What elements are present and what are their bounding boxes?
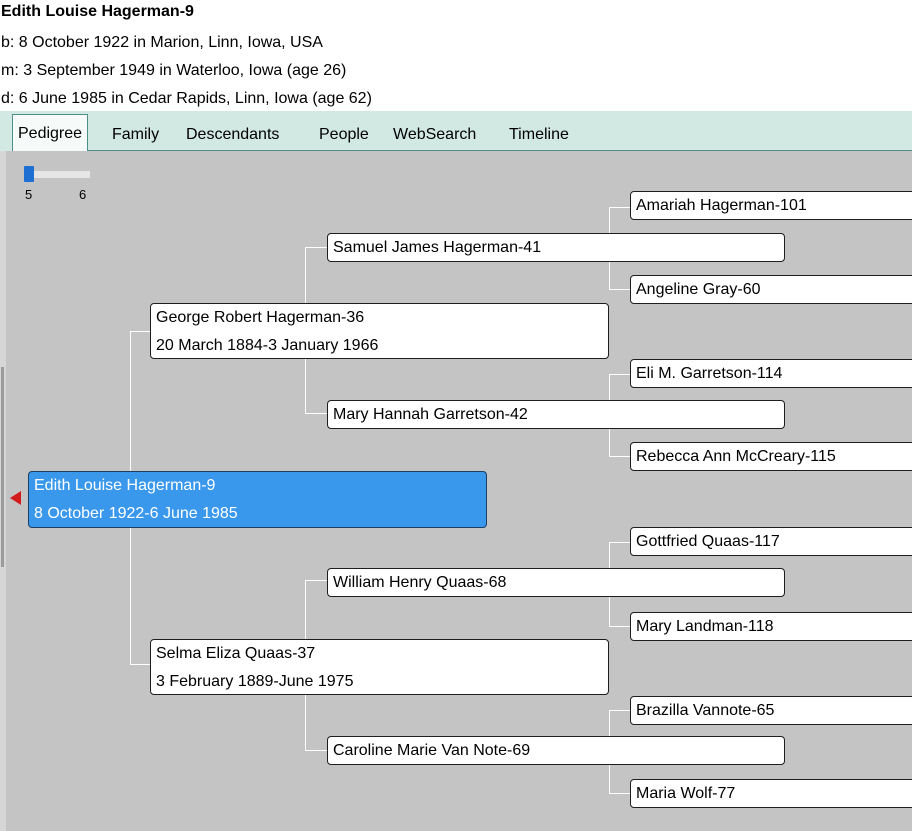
pedigree-great-grandparent-box[interactable]: Angeline Gray-60 xyxy=(630,275,912,304)
connector-gen3-b2 xyxy=(609,456,630,457)
pedigree-great-grandparent-box[interactable]: Gottfried Quaas-117 xyxy=(630,527,912,556)
tab-people[interactable]: People xyxy=(316,124,372,146)
tab-websearch[interactable]: WebSearch xyxy=(390,124,479,146)
tab-descendants[interactable]: Descendants xyxy=(183,124,282,146)
connector-gen3-c2 xyxy=(609,626,630,627)
father-name: George Robert Hagerman-36 xyxy=(156,309,365,326)
pedigree-great-grandparent-box[interactable]: Mary Landman-118 xyxy=(630,612,912,641)
connector-gen3-a1 xyxy=(609,207,630,208)
connector-gen1-mother xyxy=(130,664,152,665)
splitter-grip[interactable] xyxy=(1,367,4,567)
mother-dates: 3 February 1889-June 1975 xyxy=(156,673,354,690)
pedigree-great-grandparent-box[interactable]: Rebecca Ann McCreary-115 xyxy=(630,442,912,471)
connector-gen3-d2 xyxy=(609,793,630,794)
death-info: d: 6 June 1985 in Cedar Rapids, Linn, Io… xyxy=(1,90,372,107)
connector-gen2-d xyxy=(305,750,327,751)
pedigree-great-grandparent-box[interactable]: Amariah Hagerman-101 xyxy=(630,191,912,220)
pedigree-great-grandparent-box[interactable]: Maria Wolf-77 xyxy=(630,779,912,808)
pedigree-great-grandparent-box[interactable]: Brazilla Vannote-65 xyxy=(630,696,912,725)
slider-track[interactable] xyxy=(28,171,90,178)
connector-gen3-b1 xyxy=(609,374,630,375)
connector-gen1-father xyxy=(130,331,152,332)
pedigree-grandparent-box[interactable]: William Henry Quaas-68 xyxy=(327,568,785,597)
tab-family[interactable]: Family xyxy=(109,124,162,146)
connector-gen2-a xyxy=(305,247,327,248)
tab-timeline[interactable]: Timeline xyxy=(506,124,572,146)
pedigree-great-grandparent-box[interactable]: Eli M. Garretson-114 xyxy=(630,359,912,388)
birth-info: b: 8 October 1922 in Marion, Linn, Iowa,… xyxy=(1,34,323,51)
pedigree-grandparent-box[interactable]: Caroline Marie Van Note-69 xyxy=(327,736,785,765)
connector-gen3-d1 xyxy=(609,710,630,711)
pedigree-grandparent-box[interactable]: Mary Hannah Garretson-42 xyxy=(327,400,785,429)
tab-pedigree[interactable]: Pedigree xyxy=(12,114,89,152)
connector-gen3-c1 xyxy=(609,542,630,543)
connector-gen2-b xyxy=(305,413,327,414)
slider-thumb[interactable] xyxy=(24,166,34,182)
pedigree-mother-box[interactable]: Selma Eliza Quaas-37 3 February 1889-Jun… xyxy=(150,639,609,695)
root-dates: 8 October 1922-6 June 1985 xyxy=(34,505,238,522)
connector-gen3-a2 xyxy=(609,289,630,290)
marriage-info: m: 3 September 1949 in Waterloo, Iowa (a… xyxy=(1,62,347,79)
current-person-marker xyxy=(10,491,21,505)
pedigree-grandparent-box[interactable]: Samuel James Hagerman-41 xyxy=(327,233,785,262)
father-dates: 20 March 1884-3 January 1966 xyxy=(156,337,379,354)
person-name: Edith Louise Hagerman-9 xyxy=(1,3,194,20)
pedigree-father-box[interactable]: George Robert Hagerman-36 20 March 1884-… xyxy=(150,303,609,359)
connector-gen2-c xyxy=(305,580,327,581)
slider-max-label: 6 xyxy=(79,187,87,202)
slider-min-label: 5 xyxy=(25,187,33,202)
left-splitter[interactable] xyxy=(0,151,6,831)
root-name: Edith Louise Hagerman-9 xyxy=(34,477,216,494)
mother-name: Selma Eliza Quaas-37 xyxy=(156,645,316,662)
pedigree-root-box[interactable]: Edith Louise Hagerman-9 8 October 1922-6… xyxy=(28,471,487,528)
